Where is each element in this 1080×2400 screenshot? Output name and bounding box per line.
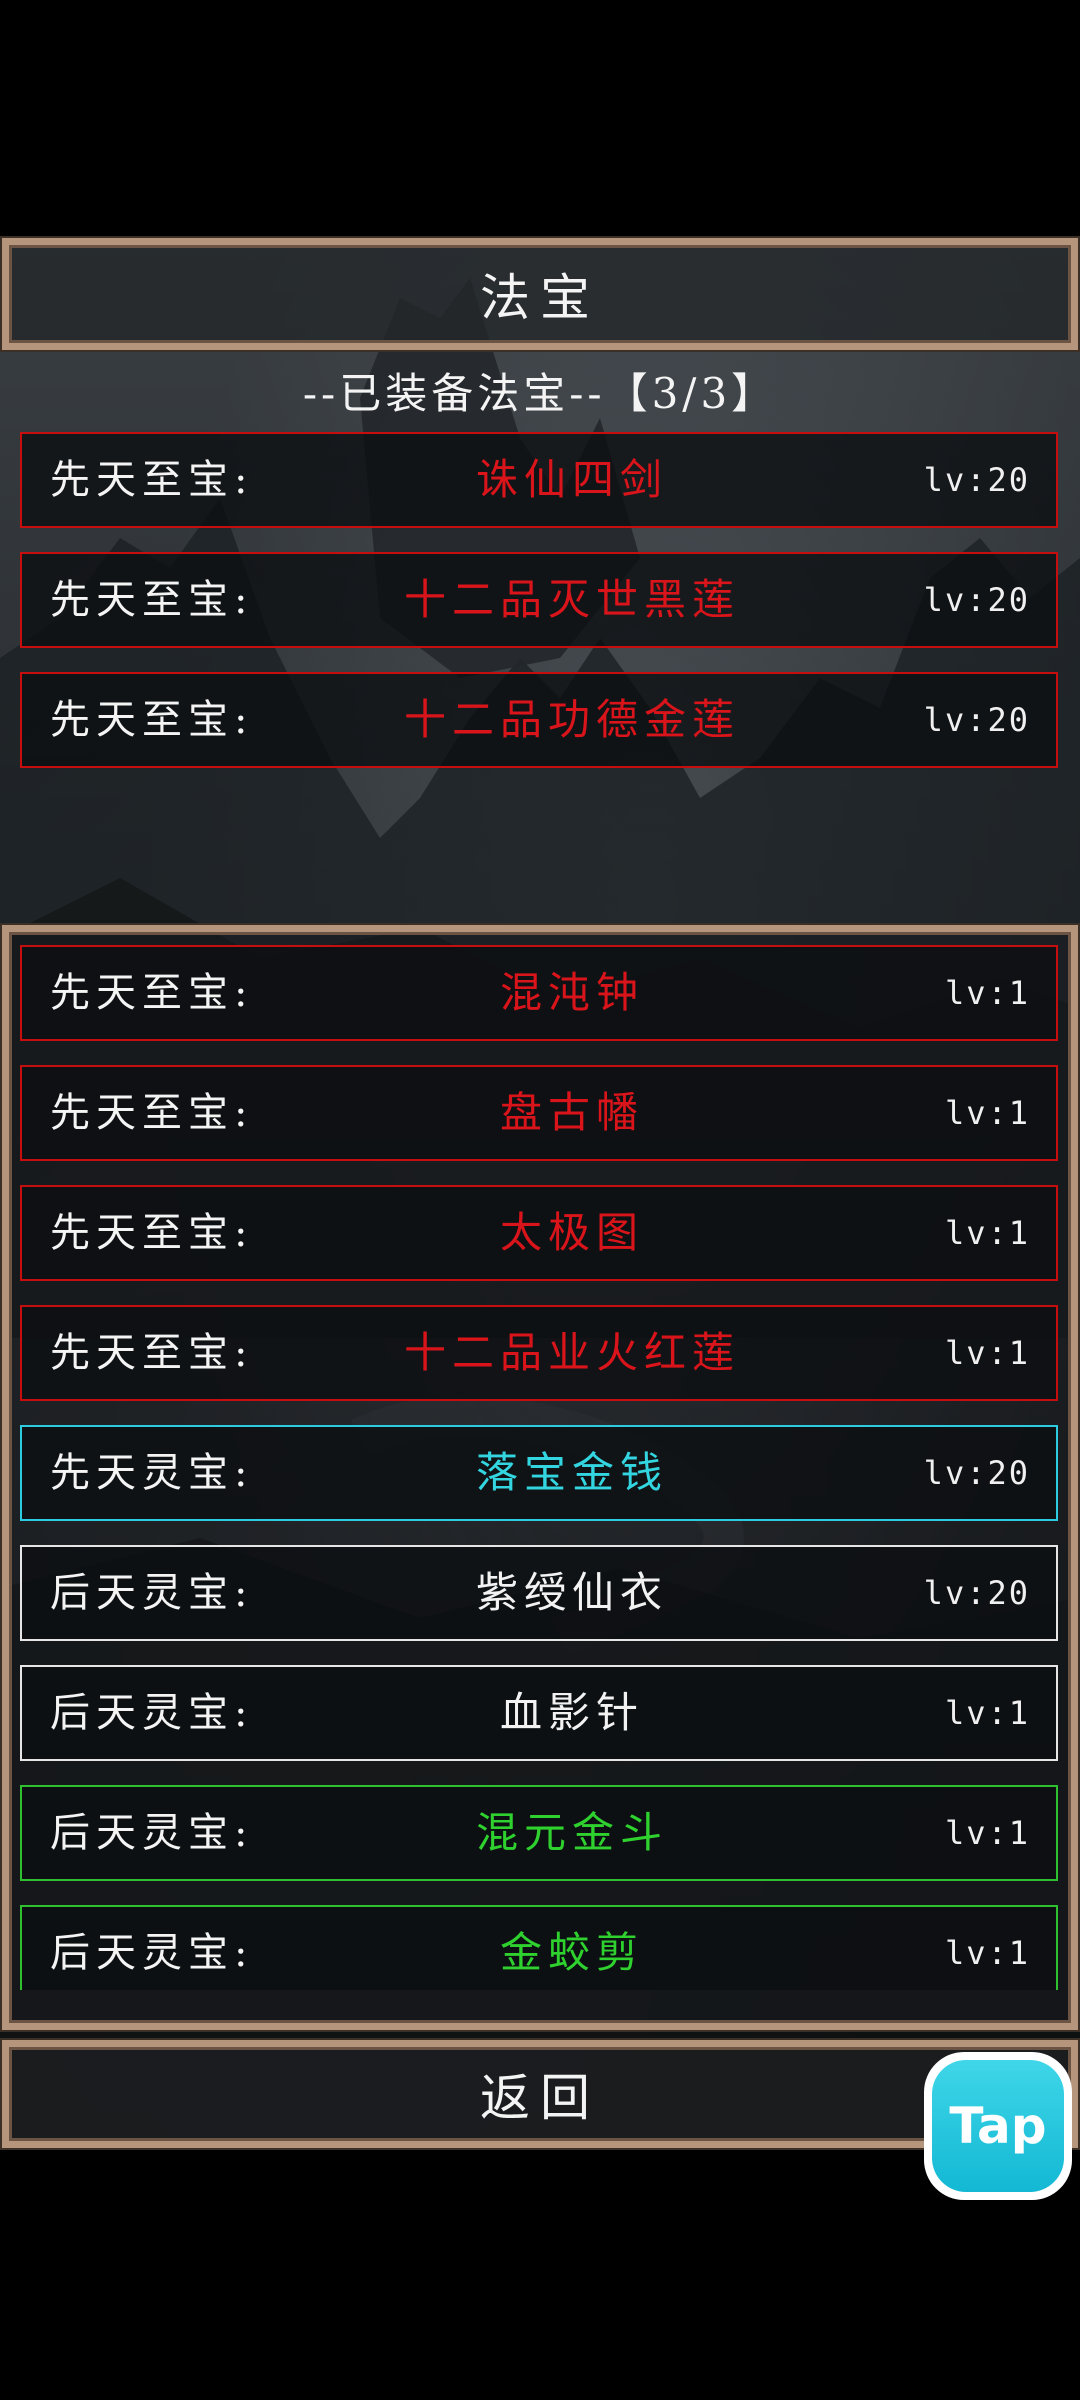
treasure-name: 落宝金钱 bbox=[475, 1448, 668, 1497]
treasure-name: 金蛟剪 bbox=[499, 1928, 644, 1977]
treasure-name: 血影针 bbox=[499, 1688, 644, 1737]
treasure-level: lv:1 bbox=[944, 1094, 1030, 1132]
treasure-row[interactable]: 后天灵宝: 紫绶仙衣 lv:20 bbox=[20, 1545, 1058, 1641]
treasure-level: lv:1 bbox=[944, 1334, 1030, 1372]
treasure-name: 诛仙四剑 bbox=[475, 455, 668, 504]
treasure-row[interactable]: 先天至宝: 太极图 lv:1 bbox=[20, 1185, 1058, 1281]
treasure-level: lv:1 bbox=[944, 974, 1030, 1012]
treasure-level: lv:20 bbox=[923, 1574, 1030, 1612]
treasure-level: lv:1 bbox=[944, 1214, 1030, 1252]
treasure-name: 混元金斗 bbox=[475, 1808, 668, 1857]
treasure-row[interactable]: 后天灵宝: 混元金斗 lv:1 bbox=[20, 1785, 1058, 1881]
treasure-level: lv:1 bbox=[944, 1814, 1030, 1852]
treasure-row[interactable]: 先天至宝: 诛仙四剑 lv:20 bbox=[20, 432, 1058, 528]
treasure-row[interactable]: 先天至宝: 混沌钟 lv:1 bbox=[20, 945, 1058, 1041]
back-button-label: 返回 bbox=[480, 2069, 600, 2127]
treasure-row[interactable]: 后天灵宝: 金蛟剪 lv:1 bbox=[20, 1905, 1058, 1990]
treasure-level: lv:1 bbox=[944, 1694, 1030, 1732]
treasure-name: 十二品业火红莲 bbox=[403, 1328, 740, 1377]
equipped-header: --已装备法宝--【3/3】 bbox=[302, 368, 778, 418]
title-bar: 法宝 bbox=[2, 238, 1078, 350]
treasure-row[interactable]: 先天至宝: 十二品灭世黑莲 lv:20 bbox=[20, 552, 1058, 648]
treasure-level: lv:20 bbox=[923, 701, 1030, 739]
treasure-row[interactable]: 后天灵宝: 血影针 lv:1 bbox=[20, 1665, 1058, 1761]
treasure-name: 太极图 bbox=[499, 1208, 644, 1257]
treasure-name: 紫绶仙衣 bbox=[475, 1568, 668, 1617]
inventory-list[interactable]: 先天至宝: 混沌钟 lv:1 先天至宝: 盘古幡 lv:1 先天至宝: 太极图 lv:1 先天至宝… bbox=[0, 935, 1080, 1990]
treasure-name: 混沌钟 bbox=[499, 968, 644, 1017]
treasure-level: lv:1 bbox=[944, 1934, 1030, 1972]
treasure-row[interactable]: 先天至宝: 盘古幡 lv:1 bbox=[20, 1065, 1058, 1161]
back-button[interactable]: 返回 bbox=[2, 2040, 1078, 2148]
taptap-badge[interactable]: Tap bbox=[924, 2052, 1072, 2200]
treasure-row[interactable]: 先天至宝: 十二品业火红莲 lv:1 bbox=[20, 1305, 1058, 1401]
treasure-name: 十二品灭世黑莲 bbox=[403, 575, 740, 624]
page-title: 法宝 bbox=[480, 269, 600, 327]
tap-logo-icon: Tap bbox=[932, 2060, 1064, 2192]
treasure-row[interactable]: 先天至宝: 十二品功德金莲 lv:20 bbox=[20, 672, 1058, 768]
treasure-name: 十二品功德金莲 bbox=[403, 695, 740, 744]
treasure-row[interactable]: 先天灵宝: 落宝金钱 lv:20 bbox=[20, 1425, 1058, 1521]
treasure-name: 盘古幡 bbox=[499, 1088, 644, 1137]
treasure-level: lv:20 bbox=[923, 581, 1030, 619]
treasure-level: lv:20 bbox=[923, 461, 1030, 499]
treasure-level: lv:20 bbox=[923, 1454, 1030, 1492]
